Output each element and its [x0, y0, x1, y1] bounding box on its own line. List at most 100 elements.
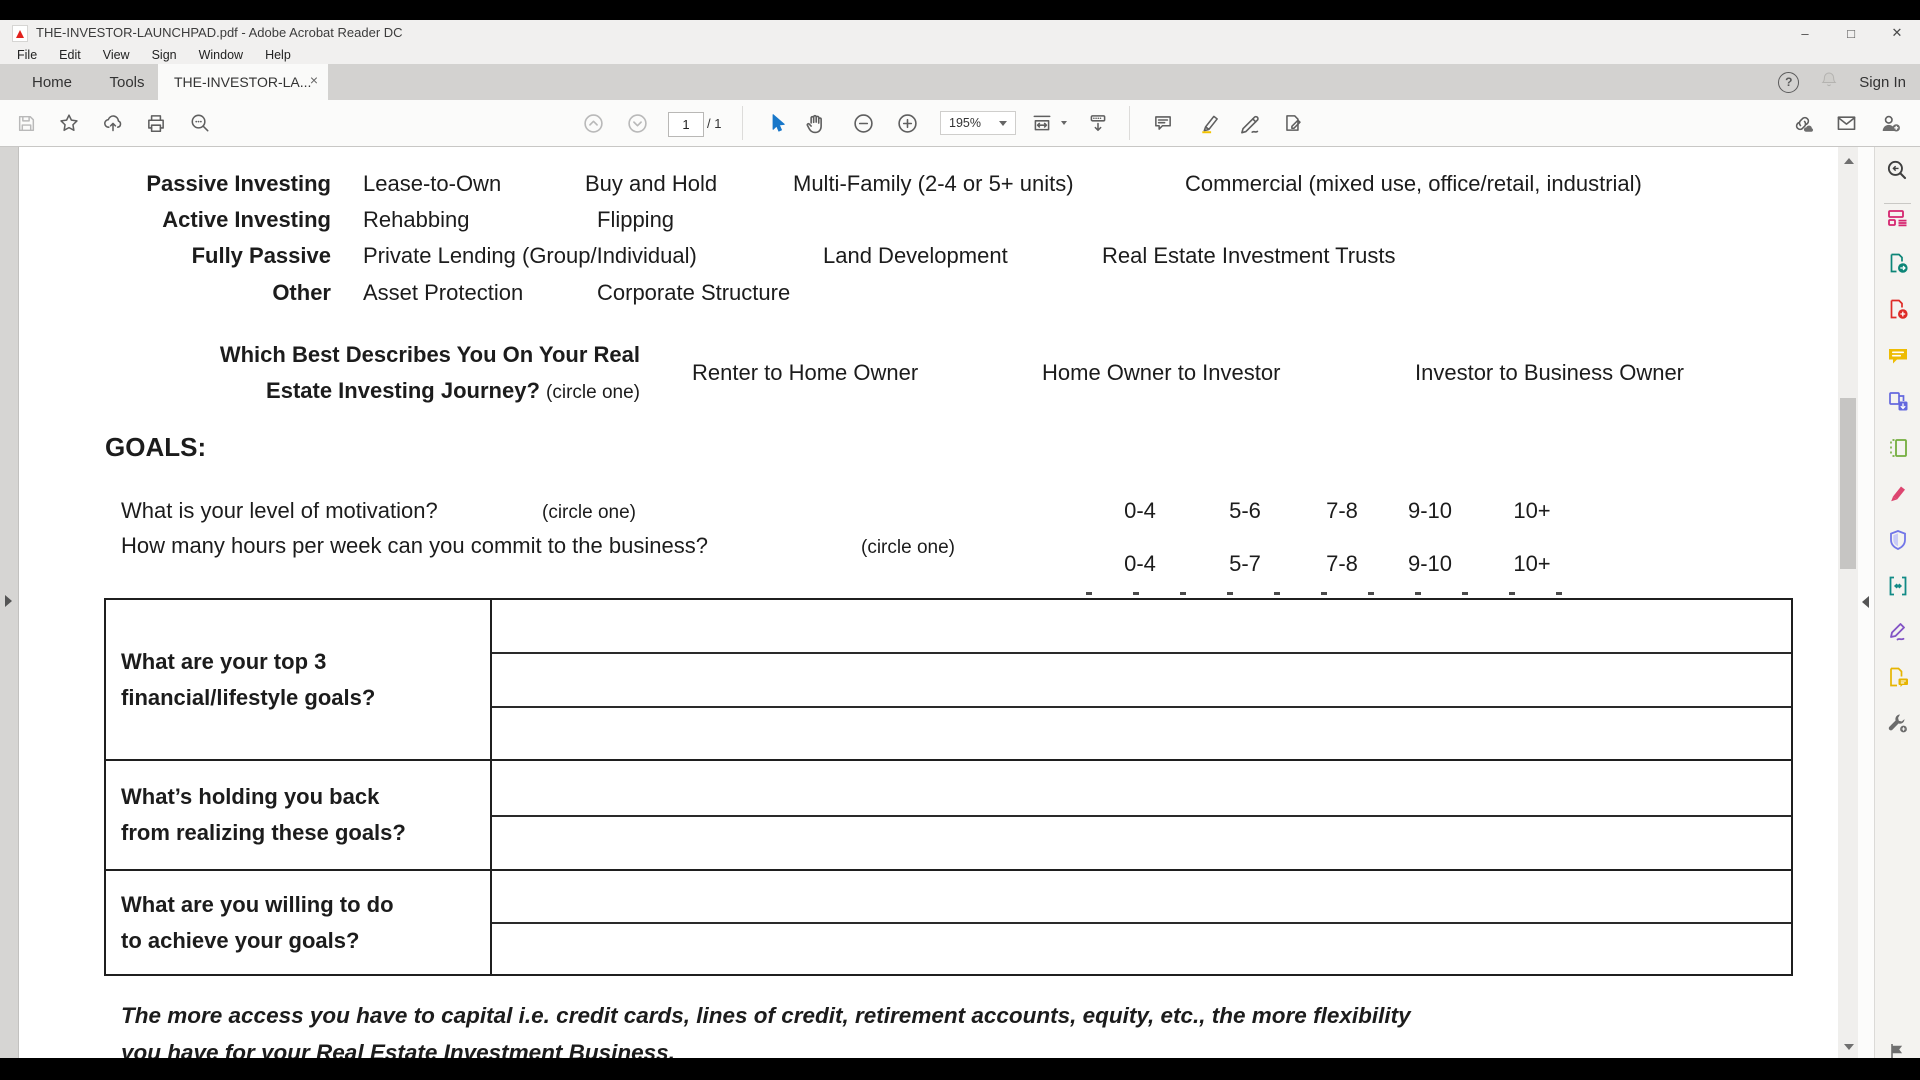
fill-and-sign-icon[interactable]: [1885, 619, 1910, 644]
next-page-icon[interactable]: [625, 111, 649, 135]
zoom-level-value: 195%: [949, 116, 981, 130]
comment-icon[interactable]: [1151, 111, 1175, 135]
row-label: Active Investing: [104, 207, 331, 233]
investing-option: Land Development: [823, 243, 1008, 269]
search-icon[interactable]: [1885, 158, 1910, 183]
send-for-signature-icon[interactable]: [1878, 111, 1902, 135]
investing-option: Flipping: [597, 207, 674, 233]
tab-home[interactable]: Home: [14, 64, 90, 100]
scale-value: 5-7: [1229, 551, 1261, 577]
journey-option: Renter to Home Owner: [692, 360, 918, 386]
table-label: What are you willing to do to achieve yo…: [106, 871, 490, 974]
scroll-up-icon[interactable]: [1844, 158, 1854, 164]
pen-tick-marks: [1086, 592, 1598, 595]
hours-question: How many hours per week can you commit t…: [121, 533, 708, 559]
page-total-label: / 1: [707, 116, 721, 131]
minimize-button[interactable]: –: [1782, 20, 1828, 46]
save-icon[interactable]: [14, 111, 38, 135]
right-panel-expand-icon[interactable]: [1862, 596, 1869, 608]
create-pdf-icon[interactable]: [1885, 296, 1910, 321]
hand-tool-icon[interactable]: [803, 111, 827, 135]
maximize-button[interactable]: □: [1828, 20, 1874, 46]
organize-panels-icon[interactable]: [1885, 205, 1910, 230]
close-button[interactable]: ✕: [1874, 20, 1920, 46]
fit-width-chevron-icon[interactable]: [1061, 121, 1067, 125]
tab-bar: Home Tools THE-INVESTOR-LA... × ? Sign I…: [0, 64, 1920, 100]
journey-question-line2: Estate Investing Journey? (circle one): [104, 378, 640, 406]
tools-sidebar: [1874, 147, 1920, 1058]
investing-option: Rehabbing: [363, 207, 469, 233]
table-row-line: [492, 922, 1791, 924]
table-label: What’s holding you back from realizing t…: [106, 761, 490, 869]
share-link-icon[interactable]: [1790, 111, 1814, 135]
scrollbar-thumb[interactable]: [1840, 398, 1856, 569]
fit-width-icon[interactable]: [1030, 111, 1054, 135]
compress-pdf-icon[interactable]: [1885, 573, 1910, 598]
tab-close-icon[interactable]: ×: [310, 73, 318, 87]
table-row-line: [492, 706, 1791, 708]
tab-document-label: THE-INVESTOR-LA...: [174, 74, 311, 90]
zoom-out-icon[interactable]: [851, 111, 875, 135]
sign-pen-icon[interactable]: [1238, 111, 1262, 135]
tab-document[interactable]: THE-INVESTOR-LA... ×: [158, 64, 328, 100]
tab-tools[interactable]: Tools: [92, 64, 162, 100]
more-tools-wrench-icon[interactable]: [1885, 710, 1910, 735]
row-label: Fully Passive: [104, 243, 331, 269]
stamp-edit-icon[interactable]: [1281, 111, 1305, 135]
cloud-upload-icon[interactable]: [101, 111, 125, 135]
comment-tool-icon[interactable]: [1885, 343, 1910, 368]
left-panel-expand-icon[interactable]: [5, 595, 12, 607]
export-pdf-icon[interactable]: [1885, 250, 1910, 275]
help-icon[interactable]: ?: [1778, 72, 1799, 93]
scale-value: 5-6: [1229, 498, 1261, 524]
title-bar: THE-INVESTOR-LAUNCHPAD.pdf - Adobe Acrob…: [0, 20, 1920, 46]
adobe-reader-icon: [12, 25, 28, 42]
menu-file[interactable]: File: [6, 48, 48, 62]
menu-help[interactable]: Help: [254, 48, 302, 62]
menu-edit[interactable]: Edit: [48, 48, 92, 62]
request-signatures-icon[interactable]: [1885, 664, 1910, 689]
sign-in-button[interactable]: Sign In: [1859, 74, 1906, 91]
menu-bar: File Edit View Sign Window Help: [0, 46, 1920, 64]
investing-option: Buy and Hold: [585, 171, 717, 197]
chevron-down-icon: [999, 121, 1007, 126]
print-icon[interactable]: [144, 111, 168, 135]
highlight-icon[interactable]: [1198, 111, 1222, 135]
investing-option: Real Estate Investment Trusts: [1102, 243, 1395, 269]
previous-page-icon[interactable]: [581, 111, 605, 135]
toolbar: / 1 195%: [0, 100, 1920, 147]
highlight-tool-icon[interactable]: [1885, 480, 1910, 505]
email-icon[interactable]: [1834, 111, 1858, 135]
investing-option: Private Lending (Group/Individual): [363, 243, 697, 269]
reading-mode-icon[interactable]: [1086, 111, 1110, 135]
page-number-input[interactable]: [668, 112, 704, 137]
scale-value: 9-10: [1408, 498, 1452, 524]
organize-pages-icon[interactable]: [1885, 435, 1910, 460]
notifications-bell-icon[interactable]: [1819, 70, 1839, 95]
combine-files-icon[interactable]: [1885, 388, 1910, 413]
protect-shield-icon[interactable]: [1885, 527, 1910, 552]
menu-sign[interactable]: Sign: [141, 48, 188, 62]
scale-value: 10+: [1513, 551, 1550, 577]
letterbox-bottom: [0, 1058, 1920, 1080]
toolbar-separator: [1129, 106, 1130, 140]
zoom-level-dropdown[interactable]: 195%: [940, 111, 1016, 135]
scroll-down-icon[interactable]: [1844, 1044, 1854, 1050]
motivation-question: What is your level of motivation?: [121, 498, 438, 524]
scale-value: 10+: [1513, 498, 1550, 524]
window-controls: – □ ✕: [1782, 20, 1920, 46]
table-row-line: [492, 815, 1791, 817]
menu-window[interactable]: Window: [188, 48, 254, 62]
circle-one-note: (circle one): [546, 382, 640, 403]
favorites-star-icon[interactable]: [57, 111, 81, 135]
investing-option: Lease-to-Own: [363, 171, 501, 197]
vertical-scrollbar[interactable]: [1838, 147, 1858, 1058]
journey-option: Investor to Business Owner: [1415, 360, 1684, 386]
circle-one-note: (circle one): [861, 535, 955, 561]
scale-value: 9-10: [1408, 551, 1452, 577]
menu-view[interactable]: View: [92, 48, 141, 62]
select-tool-icon[interactable]: [765, 111, 789, 135]
find-icon[interactable]: [188, 111, 212, 135]
goals-table: What are your top 3 financial/lifestyle …: [104, 598, 1793, 976]
zoom-in-icon[interactable]: [895, 111, 919, 135]
